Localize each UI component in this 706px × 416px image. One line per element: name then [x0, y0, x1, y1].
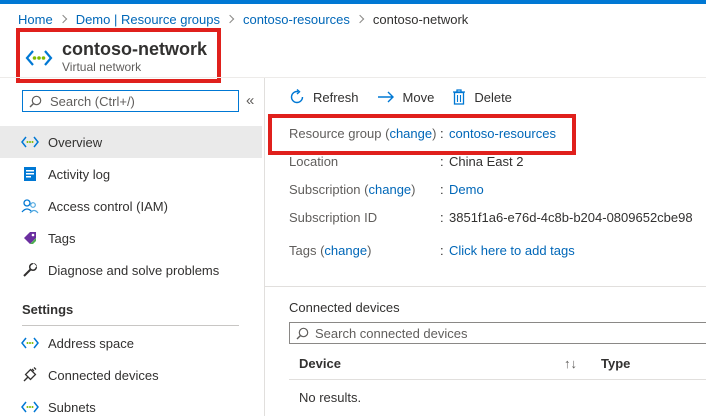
delete-label: Delete	[474, 89, 512, 105]
sidebar-divider	[264, 78, 265, 416]
sidebar-item-label: Activity log	[48, 166, 111, 182]
wrench-icon	[21, 261, 39, 279]
change-resource-group-link[interactable]: change	[389, 126, 432, 141]
resource-header: contoso-network Virtual network	[24, 38, 207, 75]
sidebar-item-address-space[interactable]: Address space	[0, 327, 262, 359]
activity-log-icon	[21, 165, 39, 183]
section-divider	[22, 325, 239, 326]
top-accent-bar	[0, 0, 706, 4]
location-value: China East 2	[449, 154, 524, 169]
arrow-right-icon	[377, 91, 394, 103]
chevron-right-icon	[355, 14, 365, 24]
resource-group-value[interactable]: contoso-resources	[449, 126, 556, 141]
move-label: Move	[402, 89, 435, 105]
header-divider	[0, 77, 706, 78]
subscription-value[interactable]: Demo	[449, 182, 484, 197]
subscription-id-value: 3851f1a6-e76d-4c8b-b204-0809652cbe98	[449, 210, 693, 225]
sort-icon[interactable]: ↑↓	[564, 356, 577, 371]
field-colon: :	[440, 243, 444, 258]
field-colon: :	[440, 210, 444, 225]
column-header-type[interactable]: Type	[601, 356, 630, 371]
location-label: Location	[289, 154, 339, 169]
field-colon: :	[440, 126, 444, 141]
sidebar-item-label: Diagnose and solve problems	[48, 262, 220, 278]
subscription-label: Subscription (change)	[289, 182, 416, 197]
sidebar-item-connected-devices[interactable]: Connected devices	[0, 359, 262, 391]
sidebar-item-label: Subnets	[48, 399, 96, 415]
column-header-device[interactable]: Device	[299, 356, 341, 371]
vnet-icon	[21, 133, 39, 151]
refresh-icon	[290, 89, 304, 104]
connected-devices-search-input[interactable]	[315, 325, 695, 341]
sidebar-item-label: Overview	[48, 134, 103, 150]
field-colon: :	[440, 154, 444, 169]
chevron-right-icon	[225, 14, 235, 24]
sidebar-item-activity-log[interactable]: Activity log	[0, 158, 262, 190]
refresh-button[interactable]: Refresh	[289, 89, 359, 105]
sidebar-item-label: Tags	[48, 230, 76, 246]
tag-icon	[21, 229, 39, 247]
resource-type: Virtual network	[62, 60, 142, 74]
vnet-icon	[21, 398, 39, 416]
breadcrumb-current: contoso-network	[372, 11, 469, 27]
command-bar: Refresh Move Delete	[289, 86, 530, 108]
breadcrumb-resource-group[interactable]: contoso-resources	[243, 12, 350, 27]
page-title: contoso-network	[62, 39, 208, 59]
breadcrumb: Home Demo | Resource groups contoso-reso…	[18, 11, 468, 27]
change-tags-link[interactable]: change	[324, 243, 367, 258]
connected-devices-search-box[interactable]	[289, 322, 706, 344]
trash-icon	[453, 89, 466, 105]
search-icon	[296, 327, 309, 339]
resource-group-label: Resource group (change)	[289, 126, 437, 141]
plug-icon	[21, 366, 39, 384]
connected-devices-title: Connected devices	[289, 300, 400, 315]
change-subscription-link[interactable]: change	[369, 182, 412, 197]
sidebar-search-input[interactable]	[50, 93, 230, 109]
sidebar-item-label: Connected devices	[48, 367, 159, 383]
sidebar-search-box[interactable]	[22, 90, 239, 112]
sidebar-item-overview[interactable]: Overview	[0, 126, 262, 158]
subscription-id-label: Subscription ID	[289, 210, 378, 225]
sidebar-item-tags[interactable]: Tags	[0, 222, 262, 254]
refresh-label: Refresh	[313, 89, 359, 105]
sidebar-item-label: Access control (IAM)	[48, 198, 168, 214]
breadcrumb-home[interactable]: Home	[18, 12, 53, 27]
essentials-divider	[265, 286, 706, 287]
field-colon: :	[440, 182, 444, 197]
table-header-row: Device ↑↓ Type	[289, 346, 706, 380]
sidebar-item-subnets[interactable]: Subnets	[0, 391, 262, 416]
search-icon	[29, 95, 42, 107]
sidebar-item-diagnose[interactable]: Diagnose and solve problems	[0, 254, 262, 286]
virtual-network-icon	[25, 50, 53, 66]
delete-button[interactable]: Delete	[452, 89, 512, 105]
collapse-sidebar-icon[interactable]: «	[246, 92, 254, 109]
vnet-icon	[21, 334, 39, 352]
sidebar-item-label: Address space	[48, 335, 134, 351]
breadcrumb-resource-groups[interactable]: Demo | Resource groups	[76, 12, 220, 27]
sidebar-item-access-control[interactable]: Access control (IAM)	[0, 190, 262, 222]
iam-people-icon	[21, 197, 39, 215]
chevron-right-icon	[58, 14, 67, 24]
add-tags-link[interactable]: Click here to add tags	[449, 243, 575, 258]
empty-table-message: No results.	[299, 390, 362, 405]
tags-label: Tags (change)	[289, 243, 372, 258]
move-button[interactable]: Move	[377, 89, 435, 105]
sidebar-section-settings: Settings	[22, 302, 74, 317]
